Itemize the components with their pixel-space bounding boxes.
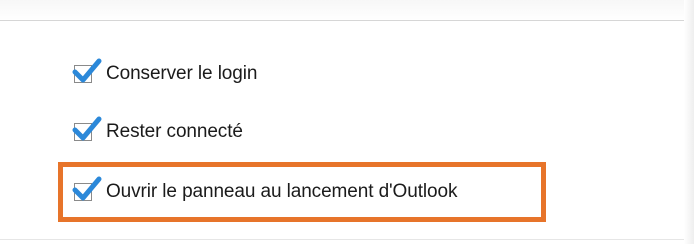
checkmark-icon [72,116,102,141]
panel-right-edge [684,0,694,244]
stay-connected-label: Rester connecté [106,121,243,142]
options-panel: Conserver le login Rester connecté Ouvri… [0,0,694,244]
checkmark-icon [72,176,102,201]
keep-login-checkbox[interactable] [72,58,102,83]
open-panel-label: Ouvrir le panneau au lancement d'Outlook [106,181,458,202]
panel-top-border [0,0,684,21]
option-open-panel-on-outlook-start[interactable]: Ouvrir le panneau au lancement d'Outlook [72,176,458,208]
option-stay-connected[interactable]: Rester connecté [72,116,243,148]
panel-bottom-border [0,239,684,240]
open-panel-checkbox[interactable] [72,176,102,201]
stay-connected-checkbox[interactable] [72,116,102,141]
checkmark-icon [72,58,102,83]
keep-login-label: Conserver le login [106,63,258,84]
option-keep-login[interactable]: Conserver le login [72,58,258,90]
